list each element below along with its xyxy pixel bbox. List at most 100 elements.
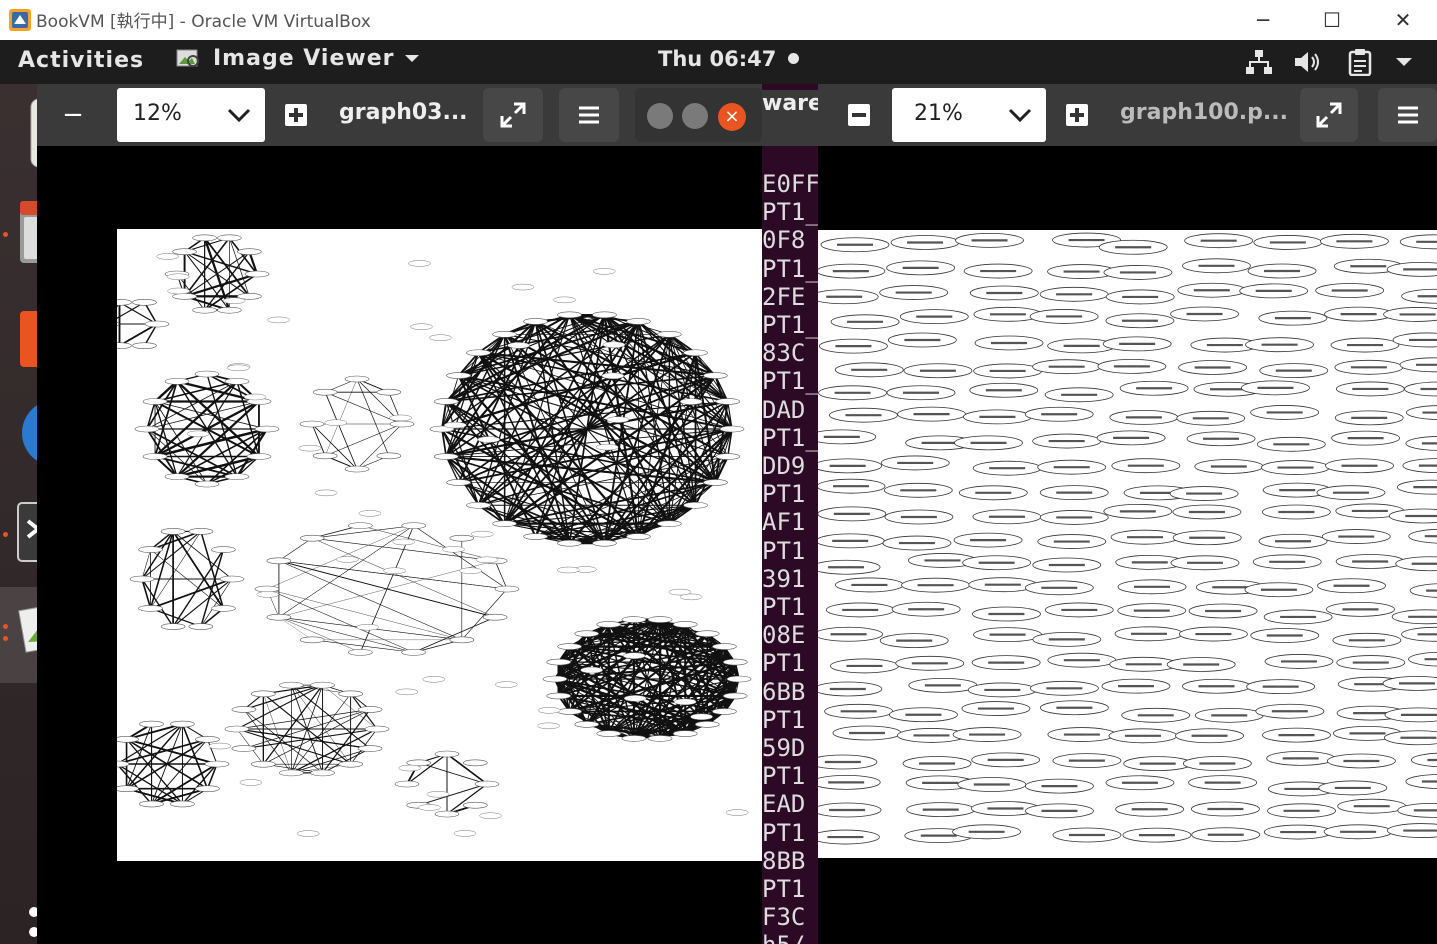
- clipboard-icon[interactable]: [1344, 46, 1376, 78]
- graph-node: [492, 520, 517, 527]
- fullscreen-button[interactable]: [483, 88, 543, 142]
- graph-node: [107, 342, 132, 349]
- close-window-button[interactable]: ×: [718, 103, 746, 131]
- graph-node: [537, 707, 561, 714]
- graph-node: [410, 323, 433, 330]
- graph-node: [683, 349, 708, 357]
- graph-node: [719, 425, 745, 433]
- graph-node: [267, 316, 290, 324]
- plus-bar: [294, 108, 298, 122]
- terminal-line: PT1_: [762, 254, 818, 283]
- fullscreen-button[interactable]: [1300, 88, 1358, 142]
- terminal-line: 6BB: [762, 677, 806, 706]
- graph-node: [479, 812, 502, 819]
- graph-node: [466, 501, 491, 509]
- graph-node: [623, 695, 647, 702]
- graph-node: [344, 465, 370, 473]
- graph-node: [164, 378, 190, 385]
- graph-node: [657, 331, 682, 338]
- graph-node: [114, 736, 139, 743]
- left-graph-image: [94, 229, 762, 861]
- terminal-line: PT1: [762, 536, 806, 565]
- graph-node: [357, 745, 383, 752]
- graph-node: [347, 522, 373, 529]
- graph-node: [679, 398, 703, 405]
- graph-node: [626, 533, 651, 540]
- graph-node: [462, 801, 488, 809]
- terminal-line: 391: [762, 564, 806, 593]
- minus-icon: −: [62, 100, 84, 130]
- graph-node: [712, 708, 737, 715]
- minimize-button[interactable]: ─: [1228, 0, 1298, 40]
- graph-node: [195, 785, 220, 792]
- hamburger-icon: [579, 106, 599, 124]
- graph-node: [495, 681, 518, 688]
- minus-bar: [852, 113, 866, 117]
- clock-text: Thu 06:47: [658, 47, 777, 71]
- hamburger-menu-button[interactable]: [1378, 88, 1437, 142]
- graph-node: [401, 649, 427, 656]
- network-icon[interactable]: [1243, 46, 1275, 78]
- graph-node: [138, 605, 163, 612]
- graph-node: [142, 398, 168, 405]
- graph-edge: [441, 428, 506, 524]
- graph-node: [239, 779, 263, 786]
- graph-node: [156, 253, 179, 260]
- system-menu-arrow-icon[interactable]: [1388, 46, 1420, 78]
- graph-node: [429, 334, 452, 341]
- graph-node: [621, 735, 647, 742]
- minimize-window-button[interactable]: [647, 103, 673, 129]
- graph-node: [299, 534, 325, 542]
- maximize-button[interactable]: ☐: [1297, 0, 1367, 40]
- hamburger-menu-button[interactable]: [559, 88, 619, 142]
- clock[interactable]: Thu 06:47: [658, 47, 799, 71]
- graph-node: [602, 341, 626, 348]
- graph-node: [690, 713, 713, 721]
- zoom-combo[interactable]: 12%: [117, 88, 265, 142]
- terminal-line: 8BB: [762, 846, 806, 875]
- graph-edge: [360, 525, 496, 562]
- graph-node: [219, 575, 245, 583]
- graph-node: [492, 331, 517, 338]
- running-indicator: [3, 636, 8, 641]
- graph-node: [672, 621, 698, 628]
- terminal-line: PT1: [762, 705, 806, 734]
- graph-edge: [413, 617, 496, 653]
- graph-node: [546, 658, 572, 666]
- zoom-out-button[interactable]: −: [37, 88, 109, 142]
- graph-node: [557, 539, 582, 547]
- graph-node: [593, 268, 616, 275]
- zoom-in-button[interactable]: [1054, 88, 1100, 142]
- graph-node: [446, 372, 471, 379]
- window-title: BookVM [執行中] - Oracle VM VirtualBox: [36, 12, 371, 32]
- graph-node: [596, 730, 622, 737]
- graph-node: [606, 416, 630, 423]
- graph-node: [217, 306, 242, 314]
- graph-node: [595, 443, 619, 451]
- activities-button[interactable]: Activities: [18, 48, 144, 73]
- close-button[interactable]: ✕: [1368, 0, 1437, 40]
- graph-node: [621, 616, 647, 623]
- graph-node: [144, 320, 170, 328]
- maximize-window-button[interactable]: [682, 103, 708, 129]
- graph-edge: [266, 588, 462, 640]
- graph-node: [139, 800, 164, 808]
- zoom-in-button[interactable]: [273, 88, 319, 142]
- zoom-combo[interactable]: 21%: [892, 88, 1046, 142]
- fullscreen-icon: [500, 102, 526, 128]
- graph-node: [170, 720, 195, 728]
- hamburger-icon: [1397, 106, 1418, 124]
- terminal-line: PT1: [762, 593, 806, 621]
- app-menu[interactable]: Image Viewer: [175, 46, 420, 71]
- zoom-value: 21%: [914, 101, 963, 126]
- graph-edge: [278, 616, 414, 653]
- graph-node: [494, 585, 520, 593]
- graph-node: [134, 425, 160, 433]
- volume-icon[interactable]: [1292, 46, 1324, 78]
- graph-node: [389, 420, 415, 428]
- terminal-line: 08E: [762, 621, 806, 650]
- graph-node: [668, 588, 692, 596]
- graph-node: [471, 530, 494, 538]
- graph-node: [312, 388, 338, 396]
- zoom-out-button[interactable]: [834, 88, 886, 142]
